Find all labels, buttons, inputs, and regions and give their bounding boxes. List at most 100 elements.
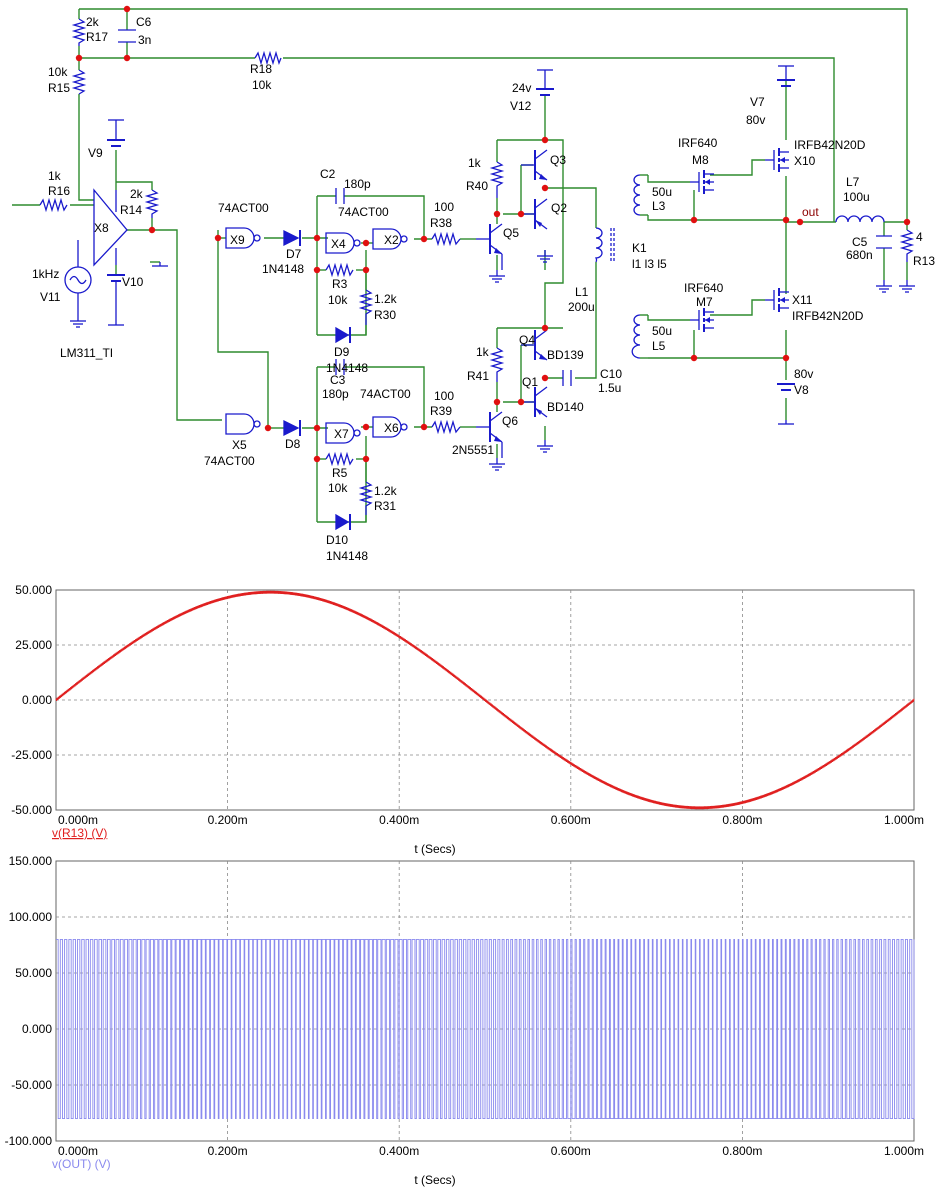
label-k1: K1	[632, 241, 647, 255]
resistor-r38	[431, 231, 461, 247]
label-x2: X2	[384, 233, 399, 247]
label-r30-val: 1.2k	[374, 292, 398, 306]
label-x8: X8	[94, 221, 109, 235]
label-r13: R13	[913, 254, 935, 268]
label-lm311: LM311_TI	[60, 346, 113, 360]
y-tick-label: 25.000	[15, 638, 52, 652]
label-l1: L1	[575, 285, 589, 299]
resistor-r16	[39, 197, 68, 213]
inductor-l3	[633, 174, 641, 216]
label-x10: X10	[794, 154, 816, 168]
resistor-r41	[489, 347, 505, 382]
label-v8: V8	[794, 383, 809, 397]
x-tick-label: 1.000m	[884, 813, 924, 827]
label-r31-val: 1.2k	[374, 484, 398, 498]
label-v8-val: 80v	[794, 367, 813, 381]
label-x11: X11	[792, 293, 813, 307]
label-bd139: BD139	[547, 348, 584, 362]
label-r14: R14	[120, 203, 142, 217]
x-tick-label: 0.000m	[58, 1144, 98, 1158]
label-r18: R18	[250, 62, 272, 76]
label-r3: R3	[332, 277, 348, 291]
label-m8: M8	[692, 153, 709, 167]
label-r5: R5	[332, 466, 348, 480]
label-l7-val: 100u	[843, 190, 870, 204]
label-c5-val: 680n	[846, 248, 873, 262]
label-q2: Q2	[551, 201, 567, 215]
resistor-r15	[71, 69, 87, 95]
label-q4: Q4	[519, 333, 535, 347]
label-x6: X6	[384, 421, 399, 435]
label-x7-type: 74ACT00	[360, 387, 411, 401]
resistor-r31	[358, 481, 374, 515]
label-r39-val: 100	[434, 389, 454, 403]
capacitor-c2	[335, 188, 345, 204]
label-r17-val: 2k	[86, 15, 100, 29]
label-q3: Q3	[550, 153, 566, 167]
label-m8-type: IRF640	[678, 136, 718, 150]
x-axis-label: t (Secs)	[414, 1173, 455, 1187]
label-d7: D7	[286, 247, 302, 261]
label-r14-val: 2k	[130, 187, 144, 201]
label-l5-val: 50u	[652, 324, 672, 338]
capacitor-c6	[118, 29, 136, 43]
label-r15-val: 10k	[48, 65, 68, 79]
label-l1-val: 200u	[568, 300, 595, 314]
label-c2-val: 180p	[344, 177, 371, 191]
y-tick-label: -25.000	[11, 748, 52, 762]
plot-voltage-out: 150.000 100.000 50.000 0.000 -50.000 -100.000…	[5, 854, 924, 1187]
label-c3: C3	[330, 373, 346, 387]
y-tick-label: 50.000	[15, 966, 52, 980]
label-x5-type: 74ACT00	[204, 454, 255, 468]
resistor-r17	[71, 18, 87, 46]
x-tick-label: 0.400m	[379, 813, 419, 827]
label-r38-val: 100	[434, 200, 454, 214]
label-d10: D10	[326, 533, 348, 547]
x-axis-label: t (Secs)	[414, 842, 455, 856]
diode-d7	[283, 229, 300, 247]
label-r16: R16	[48, 184, 70, 198]
label-r39: R39	[430, 404, 452, 418]
label-bd140: BD140	[547, 400, 584, 414]
transformer-k1	[594, 227, 603, 263]
y-tick-label: 100.000	[9, 910, 53, 924]
label-r13-val: 4	[916, 230, 923, 244]
label-x9: X9	[230, 233, 245, 247]
diode-d8	[283, 419, 300, 437]
x-tick-label: 0.600m	[551, 813, 591, 827]
inductor-l7	[835, 215, 885, 223]
x-tick-label: 0.800m	[722, 813, 762, 827]
label-r38: R38	[430, 216, 452, 230]
label-r15: R15	[48, 81, 70, 95]
label-c10: C10	[600, 367, 622, 381]
x-tick-label: 0.400m	[379, 1144, 419, 1158]
label-d7-type: 1N4148	[262, 262, 304, 276]
label-v11-val: 1kHz	[32, 267, 59, 281]
label-x7: X7	[334, 427, 349, 441]
label-v7-val: 80v	[746, 113, 765, 127]
label-c10-val: 1.5u	[598, 381, 621, 395]
resistor-r13	[899, 229, 915, 262]
label-q5: Q5	[503, 226, 519, 240]
label-r18-val: 10k	[252, 78, 272, 92]
inductor-l5	[631, 314, 641, 359]
y-tick-label: 50.000	[15, 583, 52, 597]
label-d10-type: 1N4148	[326, 549, 368, 560]
x-tick-label: 0.000m	[58, 813, 98, 827]
label-q1: Q1	[522, 375, 538, 389]
label-x9-type: 74ACT00	[218, 201, 269, 215]
series-legend-label: v(R13) (V)	[52, 826, 107, 840]
capacitor-c10	[562, 370, 572, 386]
resistor-r3	[325, 262, 354, 278]
x-tick-label: 0.800m	[722, 1144, 762, 1158]
series-legend-label: v(OUT) (V)	[52, 1157, 111, 1171]
label-k1-coils: l1 l3 l5	[632, 257, 667, 271]
series-line	[56, 938, 915, 1120]
resistor-r5	[325, 451, 354, 467]
label-d8: D8	[285, 437, 301, 451]
plot-voltage-r13: 50.000 25.000 0.000 -25.000 -50.000 0.000m 0.2…	[11, 583, 924, 856]
label-r5-val: 10k	[328, 481, 348, 495]
y-tick-label: 150.000	[9, 854, 53, 868]
label-c3-val: 180p	[322, 387, 349, 401]
label-v12: V12	[510, 99, 532, 113]
